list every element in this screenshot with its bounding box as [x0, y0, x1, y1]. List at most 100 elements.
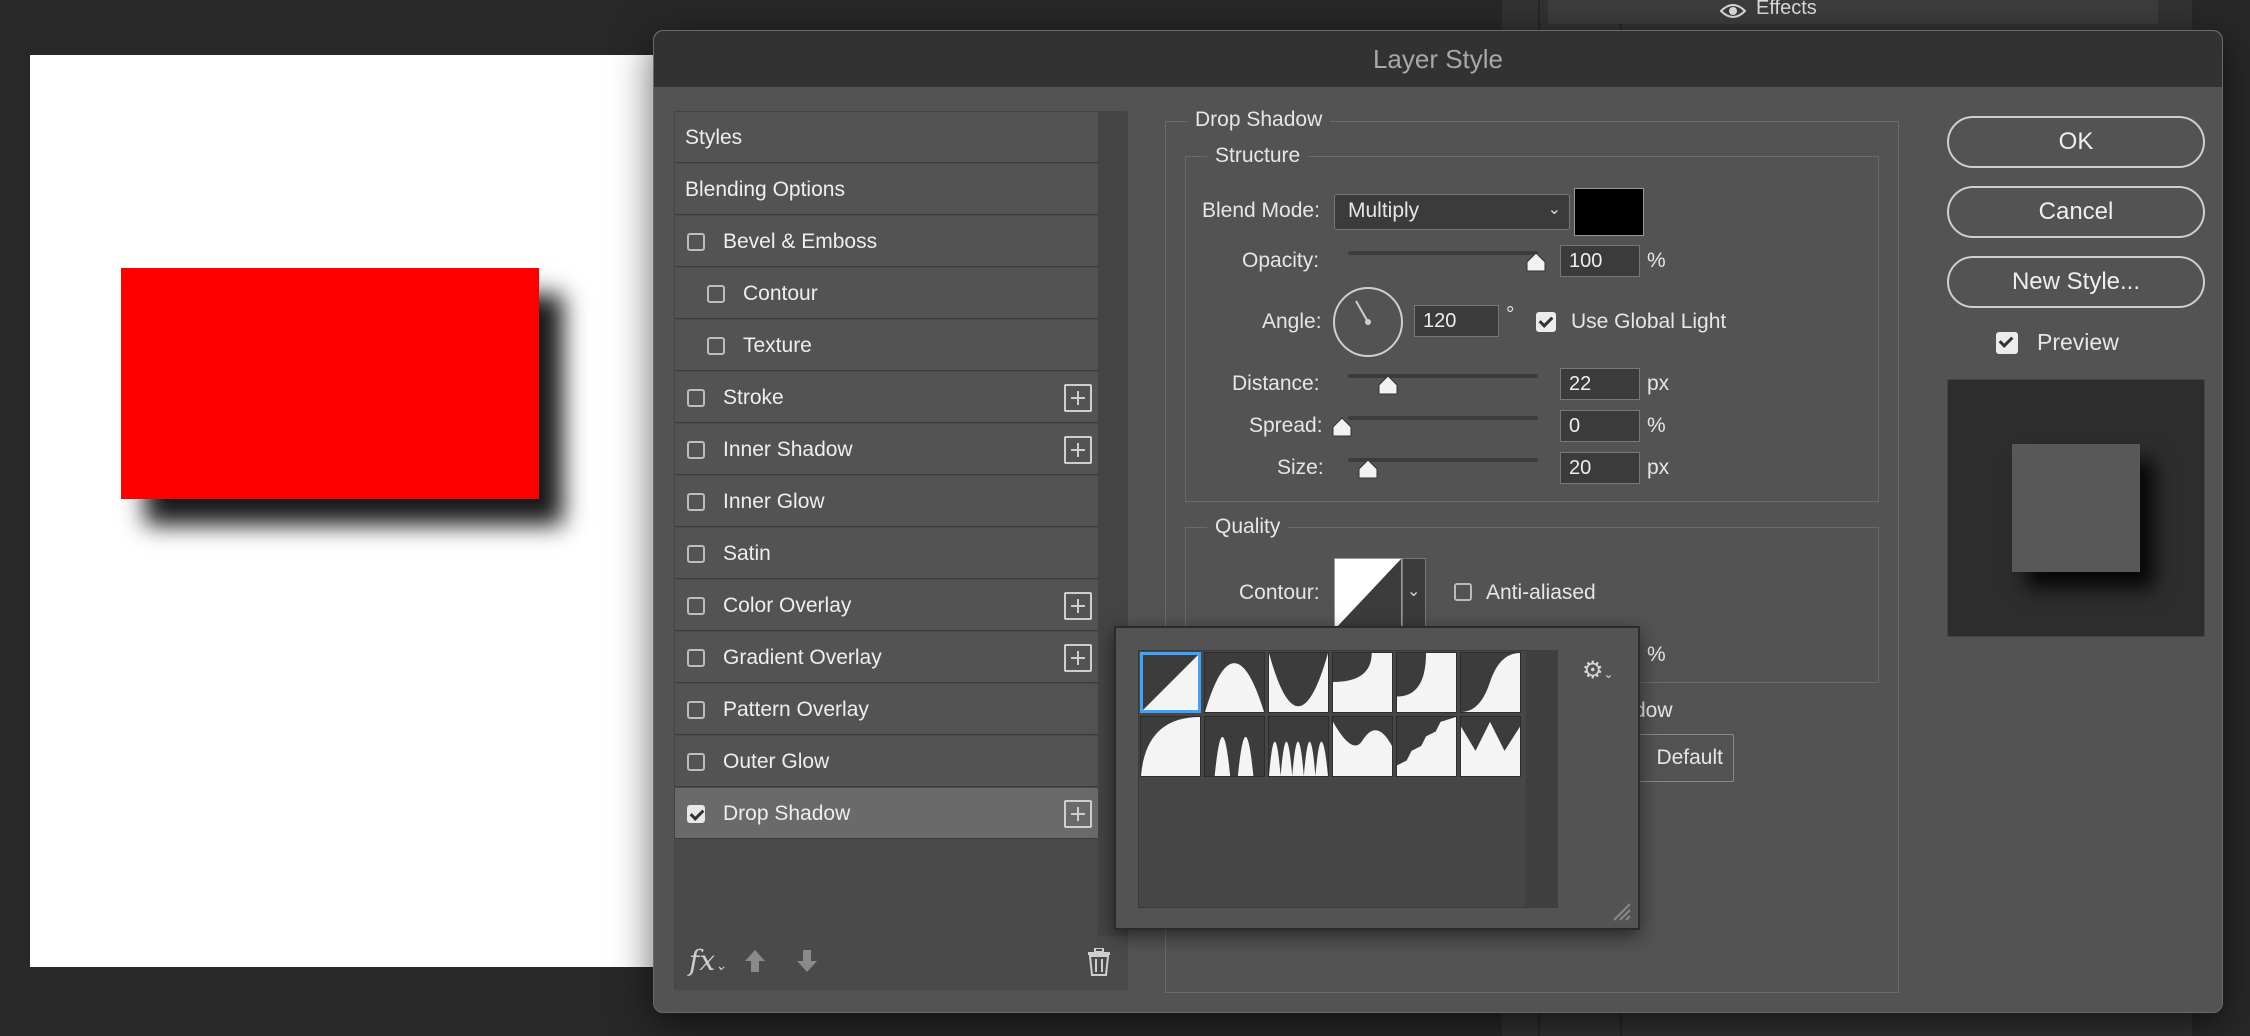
- style-checkbox[interactable]: [687, 701, 705, 719]
- opacity-slider-track[interactable]: [1348, 251, 1538, 255]
- style-list-item[interactable]: Satin: [675, 528, 1098, 579]
- size-input[interactable]: 20: [1560, 452, 1640, 484]
- move-up-icon[interactable]: [743, 948, 767, 974]
- effects-label: Effects: [1756, 0, 1817, 19]
- contour-dropdown-button[interactable]: ⌄: [1402, 558, 1426, 630]
- add-effect-icon[interactable]: [1064, 644, 1092, 672]
- contour-picker-popup: ⚙⌄: [1114, 626, 1640, 930]
- contour-preset-sawtooth[interactable]: [1460, 716, 1521, 777]
- new-style-button[interactable]: New Style...: [1947, 256, 2205, 308]
- red-rectangle-layer[interactable]: [121, 268, 539, 499]
- style-preview-thumbnail: [1947, 379, 2205, 637]
- style-checkbox[interactable]: [707, 285, 725, 303]
- structure-title: Structure: [1207, 144, 1309, 168]
- style-list-item-label: Drop Shadow: [723, 802, 851, 825]
- add-effect-icon[interactable]: [1064, 436, 1092, 464]
- contour-preset-gaussian[interactable]: [1460, 652, 1521, 713]
- contour-preset-ring[interactable]: [1204, 716, 1265, 777]
- spread-slider-thumb[interactable]: [1332, 417, 1352, 437]
- style-list-item[interactable]: Styles: [675, 112, 1098, 163]
- style-list-panel: Styles Blending Options Bevel & Emboss Cont…: [674, 111, 1128, 990]
- style-checkbox[interactable]: [687, 805, 705, 823]
- style-list-item[interactable]: Contour: [675, 268, 1098, 319]
- add-effect-icon[interactable]: [1064, 592, 1092, 620]
- preview-checkbox[interactable]: [1996, 332, 2018, 354]
- style-checkbox[interactable]: [687, 233, 705, 251]
- contour-preset-ring-double[interactable]: [1268, 716, 1329, 777]
- contour-preview[interactable]: [1334, 558, 1402, 630]
- document-canvas[interactable]: [30, 55, 670, 967]
- style-checkbox[interactable]: [687, 389, 705, 407]
- use-global-light-checkbox[interactable]: [1536, 312, 1556, 332]
- layer-effects-row[interactable]: Effects: [1548, 0, 2158, 24]
- style-checkbox[interactable]: [687, 545, 705, 563]
- resize-grip-icon[interactable]: [1612, 902, 1632, 922]
- style-checkbox[interactable]: [687, 597, 705, 615]
- contour-preset-half-round[interactable]: [1140, 716, 1201, 777]
- style-list-item[interactable]: Outer Glow: [675, 736, 1098, 787]
- contour-preset-cone-inverted[interactable]: [1268, 652, 1329, 713]
- style-list-item[interactable]: Inner Shadow: [675, 424, 1098, 475]
- angle-input[interactable]: 120: [1414, 305, 1499, 337]
- shadow-color-swatch[interactable]: [1574, 188, 1644, 236]
- trash-icon[interactable]: [1087, 947, 1111, 976]
- style-list-item[interactable]: Stroke: [675, 372, 1098, 423]
- move-down-icon[interactable]: [795, 948, 819, 974]
- spread-input[interactable]: 0: [1560, 410, 1640, 442]
- fx-button[interactable]: fx⌄: [689, 944, 727, 977]
- blend-mode-select[interactable]: Multiply ⌄: [1334, 194, 1570, 230]
- contour-preset-rolling-slope[interactable]: [1332, 716, 1393, 777]
- opacity-label: Opacity:: [1242, 249, 1320, 272]
- size-label: Size:: [1277, 456, 1324, 479]
- distance-slider-thumb[interactable]: [1378, 375, 1398, 395]
- contour-preset-rounded-steps[interactable]: [1396, 716, 1457, 777]
- style-checkbox[interactable]: [687, 753, 705, 771]
- style-list-item[interactable]: Color Overlay: [675, 580, 1098, 631]
- style-checkbox[interactable]: [707, 337, 725, 355]
- spread-slider-track[interactable]: [1348, 416, 1538, 420]
- opacity-slider-thumb[interactable]: [1526, 252, 1546, 272]
- style-list-item-label: Inner Glow: [723, 490, 825, 513]
- list-footer: fx⌄: [675, 936, 1128, 990]
- style-list-item-label: Gradient Overlay: [723, 646, 882, 669]
- angle-unit: °: [1506, 303, 1515, 326]
- default-button-label: Default: [1656, 746, 1723, 769]
- size-slider-thumb[interactable]: [1358, 459, 1378, 479]
- distance-input[interactable]: 22: [1560, 368, 1640, 400]
- gear-icon[interactable]: ⚙⌄: [1582, 656, 1614, 685]
- contour-grid-scrollbar[interactable]: [1526, 650, 1558, 908]
- style-list-item[interactable]: Blending Options: [675, 164, 1098, 215]
- fx-label: fx: [689, 944, 716, 977]
- style-checkbox[interactable]: [687, 493, 705, 511]
- style-list-item-label: Outer Glow: [723, 750, 830, 773]
- contour-label: Contour:: [1239, 581, 1320, 604]
- style-list-item[interactable]: Bevel & Emboss: [675, 216, 1098, 267]
- cancel-button[interactable]: Cancel: [1947, 186, 2205, 238]
- style-list-item[interactable]: Drop Shadow: [675, 788, 1098, 839]
- style-list-item[interactable]: Texture: [675, 320, 1098, 371]
- style-list-item-label: Stroke: [723, 386, 784, 409]
- noise-unit: %: [1647, 643, 1666, 666]
- anti-aliased-checkbox[interactable]: [1454, 583, 1472, 601]
- contour-preset-linear[interactable]: [1140, 652, 1201, 713]
- ok-button[interactable]: OK: [1947, 116, 2205, 168]
- angle-dial[interactable]: [1333, 287, 1403, 357]
- eye-icon[interactable]: [1719, 2, 1747, 20]
- style-list-item-label: Satin: [723, 542, 771, 565]
- contour-preset-cove-shallow[interactable]: [1396, 652, 1457, 713]
- contour-preset-cove-deep[interactable]: [1332, 652, 1393, 713]
- style-checkbox[interactable]: [687, 441, 705, 459]
- blend-mode-value: Multiply: [1348, 199, 1420, 222]
- contour-preset-cone[interactable]: [1204, 652, 1265, 713]
- style-list-item[interactable]: Gradient Overlay: [675, 632, 1098, 683]
- angle-label: Angle:: [1262, 310, 1322, 333]
- distance-slider-track[interactable]: [1348, 374, 1538, 378]
- style-list-item[interactable]: Inner Glow: [675, 476, 1098, 527]
- style-list-item[interactable]: Pattern Overlay: [675, 684, 1098, 735]
- chevron-down-icon: ⌄: [1407, 583, 1421, 600]
- add-effect-icon[interactable]: [1064, 384, 1092, 412]
- style-checkbox[interactable]: [687, 649, 705, 667]
- add-effect-icon[interactable]: [1064, 800, 1092, 828]
- opacity-input[interactable]: 100: [1560, 245, 1640, 277]
- style-list-item-label: Pattern Overlay: [723, 698, 869, 721]
